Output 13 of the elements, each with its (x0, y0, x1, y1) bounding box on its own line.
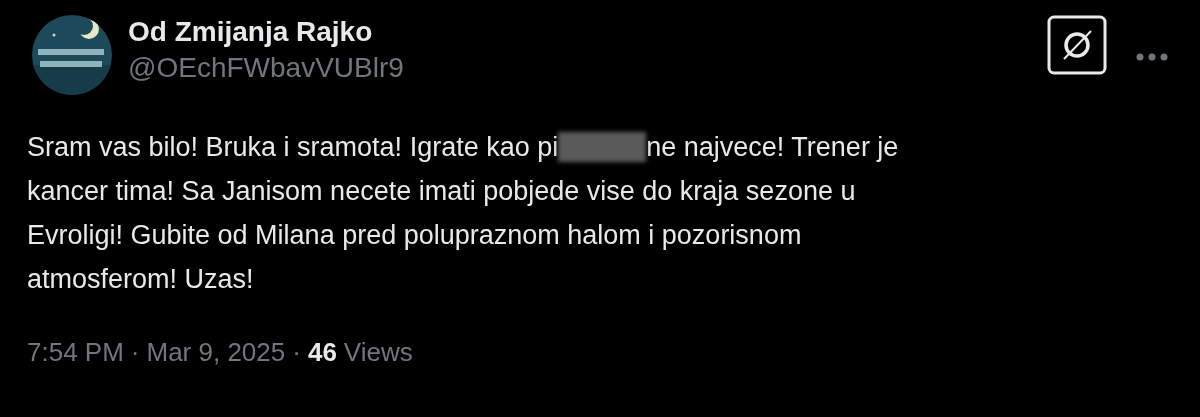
separator-dot: · (292, 337, 301, 368)
display-name[interactable]: Od Zmijanja Rajko (128, 15, 404, 49)
tweet-text: ne najvece! Trener je (646, 131, 899, 164)
views-label: Views (343, 337, 413, 368)
tweet-text: Evroligi! Gubite od Milana pred polupraznom halom i pozorisnom (27, 219, 802, 252)
user-handle[interactable]: @OEchFWbavVUBlr9 (128, 51, 404, 85)
tweet-time[interactable]: 7:54 PM (27, 337, 124, 368)
tweet-text: Sram vas bilo! Bruka i sramota! Igrate kao pi (27, 131, 559, 164)
tweet-text: atmosferom! Uzas! (27, 263, 254, 296)
tweet-date[interactable]: Mar 9, 2025 (146, 337, 286, 368)
views-count: 46 (307, 337, 337, 368)
tweet-text: kancer tima! Sa Janisom necete imati pobjede vise do kraja sezone u (27, 175, 856, 208)
separator-dot: · (130, 337, 140, 368)
